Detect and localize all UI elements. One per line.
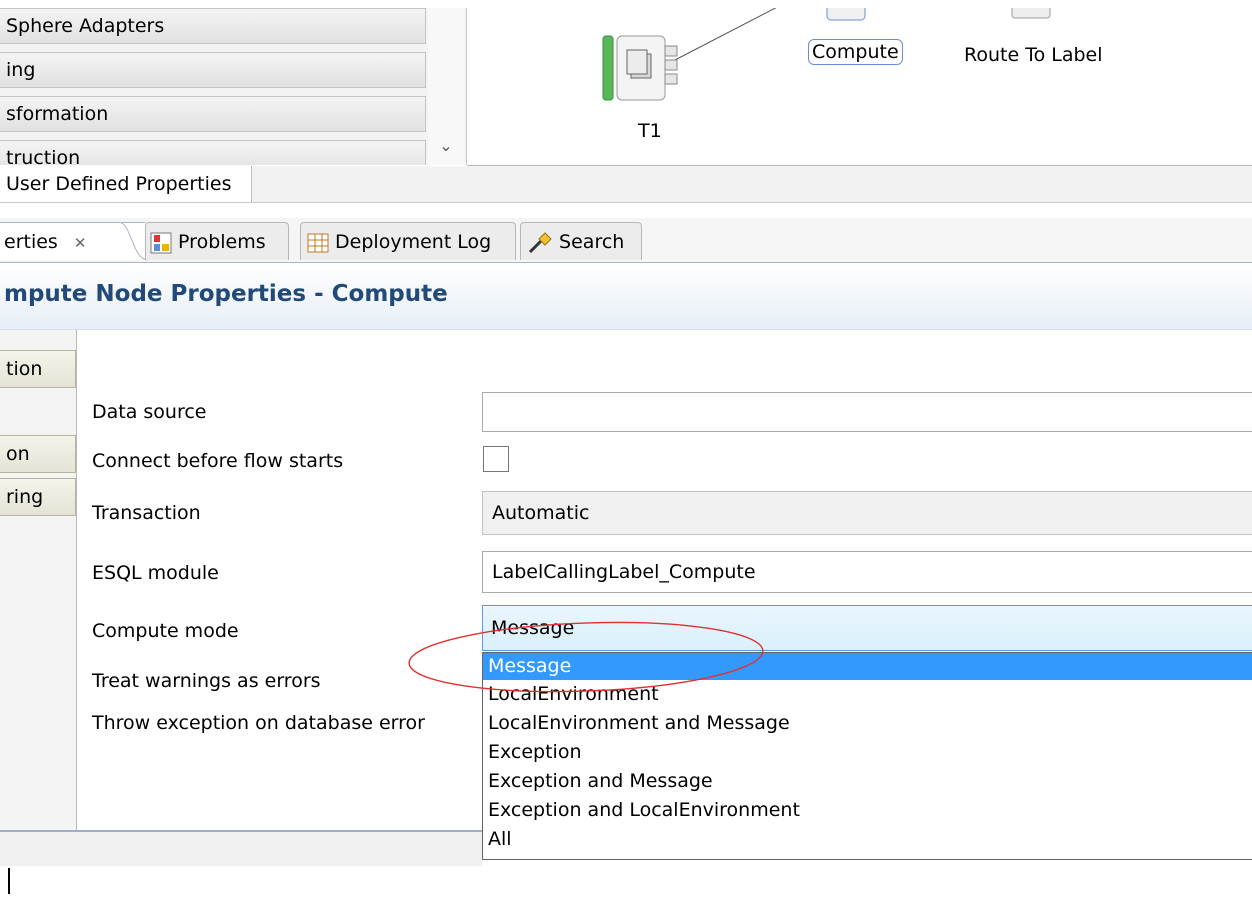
palette-drawer-routing[interactable]: ing [0,52,426,88]
option-message[interactable]: Message [483,653,1252,680]
compute-mode-select[interactable]: Message [482,605,1252,651]
flow-canvas[interactable]: Compute Route To Label T1 [467,8,1252,166]
data-source-label: Data source [92,401,207,423]
table-icon [307,233,329,252]
status-strip [0,830,482,866]
transaction-label: Transaction [92,502,201,524]
tab-deployment-log[interactable]: Deployment Log [300,222,516,260]
tab-search[interactable]: Search [520,222,642,260]
data-source-input[interactable] [482,392,1252,432]
side-tab-validation[interactable]: on [0,435,76,473]
properties-header: mpute Node Properties - Compute [0,263,1252,330]
tab-divider [118,222,148,261]
palette-drawers: Sphere Adapters ing sformation truction … [0,8,467,165]
connection-line [674,8,777,61]
option-exception-and-message[interactable]: Exception and Message [483,768,1252,795]
compute-mode-dropdown-list[interactable]: Message LocalEnvironment LocalEnvironmen… [482,652,1252,860]
chevron-down-icon[interactable]: ⌄ [428,136,464,155]
side-tab-description[interactable]: tion [0,350,76,388]
compute-mode-label: Compute mode [92,620,239,642]
tab-problems[interactable]: Problems [145,222,289,260]
esql-module-input[interactable]: LabelCallingLabel_Compute [482,551,1252,593]
problems-icon [150,232,172,253]
properties-sub-tabs: User Defined Properties [0,166,1252,203]
tab-label: erties [4,231,58,253]
drawer-label: Sphere Adapters [6,15,165,37]
palette-drawer-construction[interactable]: truction [0,140,426,165]
connect-before-flow-label: Connect before flow starts [92,450,344,472]
treat-warnings-label: Treat warnings as errors [92,670,321,692]
drawer-label: truction [6,147,81,165]
esql-module-label: ESQL module [92,562,219,584]
compute-node-label[interactable]: Compute [808,39,903,65]
drawer-label: ing [6,59,36,81]
view-tab-bar: erties ✕ Problems Deployment Log Search [0,218,1252,263]
side-tab-monitoring[interactable]: ring [0,478,76,516]
close-icon[interactable]: ✕ [74,234,87,252]
page-title: mpute Node Properties - Compute [4,281,448,307]
search-flashlight-icon [528,231,552,253]
option-all[interactable]: All [483,826,1252,853]
tab-label: Deployment Log [335,231,492,253]
transaction-value: Automatic [492,502,590,524]
tab-label: Search [559,231,625,253]
drawer-label: sformation [6,103,109,125]
tab-user-defined-properties[interactable]: User Defined Properties [0,166,252,202]
compute-mode-value: Message [491,617,575,639]
route-to-label-node-icon [1011,8,1051,19]
compute-node-icon [826,8,866,21]
properties-side-tabs: tion on ring [0,330,77,830]
throw-exception-label: Throw exception on database error [92,712,425,734]
flow-diagram [602,8,1051,101]
connect-before-flow-checkbox[interactable] [483,446,509,472]
palette-drawer-transformation[interactable]: sformation [0,96,426,132]
palette-scrollbar[interactable]: ⌄ [428,8,464,165]
transaction-select[interactable]: Automatic [482,491,1252,535]
text-cursor [8,868,10,894]
tab-label: Problems [178,231,266,253]
option-localenvironment-and-message[interactable]: LocalEnvironment and Message [483,710,1252,737]
option-localenvironment[interactable]: LocalEnvironment [483,681,1252,708]
input-terminal-icon [602,35,614,101]
t1-node-label[interactable]: T1 [638,120,662,142]
route-to-label-node-label[interactable]: Route To Label [964,44,1103,66]
option-exception-and-localenvironment[interactable]: Exception and LocalEnvironment [483,797,1252,824]
option-exception[interactable]: Exception [483,739,1252,766]
esql-module-value: LabelCallingLabel_Compute [492,561,756,583]
palette-drawer-websphere-adapters[interactable]: Sphere Adapters [0,8,426,44]
